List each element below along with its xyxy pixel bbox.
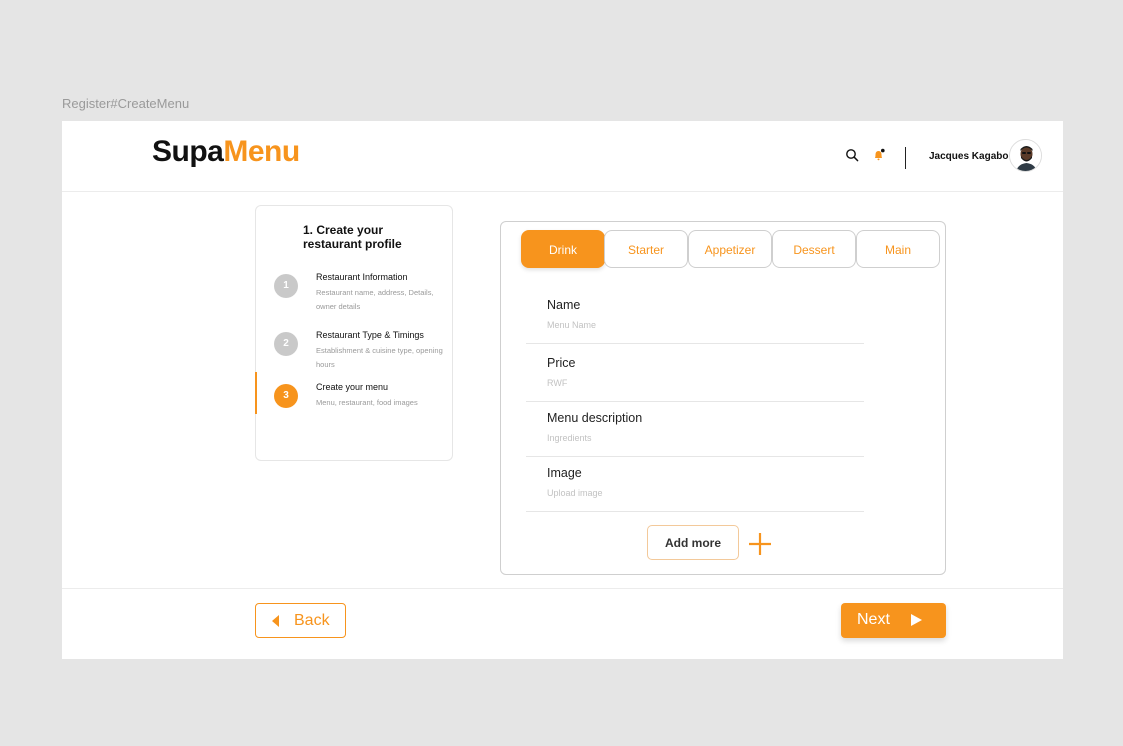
name-label: Name [547, 298, 581, 312]
price-field: Price [526, 356, 864, 402]
menu-description-input[interactable] [547, 433, 847, 443]
step-number-badge: 1 [274, 274, 298, 298]
tab-dessert[interactable]: Dessert [772, 230, 856, 268]
tab-main[interactable]: Main [856, 230, 940, 268]
play-right-icon [911, 614, 922, 626]
user-name[interactable]: Jacques Kagabo [929, 151, 1008, 162]
image-field: Image [526, 466, 864, 512]
image-upload-input[interactable] [547, 488, 847, 498]
step-description: Restaurant name, address, Details, owner… [316, 288, 434, 311]
add-more-button[interactable]: Add more [647, 525, 739, 560]
frame-label: Register#CreateMenu [62, 96, 190, 111]
search-icon[interactable] [845, 148, 859, 162]
tab-starter[interactable]: Starter [604, 230, 688, 268]
supamenu-logo[interactable]: SupaMenu [152, 135, 300, 169]
price-input[interactable] [547, 378, 847, 388]
step-number-badge: 3 [274, 384, 298, 408]
plus-icon[interactable] [747, 531, 773, 557]
register-create-menu-page: SupaMenu Jacques Kagabo 1. Create your r… [62, 121, 1063, 659]
menu-form-card: Drink Starter Appetizer Dessert Main Nam… [500, 221, 946, 575]
step-create-your-menu[interactable]: 3 Create your menu Menu, restaurant, foo… [255, 372, 452, 429]
step-description: Menu, restaurant, food images [316, 398, 418, 407]
avatar-illustration [1010, 140, 1041, 171]
logo-text-menu: Menu [223, 135, 300, 168]
header-divider [905, 147, 906, 169]
bottom-navigation: Back Next [62, 588, 1063, 659]
arrow-left-icon [272, 615, 279, 627]
name-field: Name [526, 298, 864, 344]
image-label: Image [547, 466, 582, 480]
profile-stepper: 1. Create your restaurant profile 1 Rest… [255, 205, 453, 461]
step-number-badge: 2 [274, 332, 298, 356]
menu-description-field: Menu description [526, 411, 864, 457]
price-label: Price [547, 356, 576, 370]
bell-icon[interactable] [872, 148, 886, 162]
tab-drink[interactable]: Drink [521, 230, 605, 268]
step-title: Restaurant Information [316, 272, 408, 282]
back-button-label: Back [294, 612, 330, 629]
step-restaurant-information[interactable]: 1 Restaurant Information Restaurant name… [256, 272, 452, 316]
next-button-label: Next [857, 611, 890, 628]
logo-text-supa: Supa [152, 135, 224, 168]
step-restaurant-type-timings[interactable]: 2 Restaurant Type & Timings Establishmen… [256, 330, 452, 374]
top-header: SupaMenu Jacques Kagabo [62, 121, 1063, 192]
step-title: Restaurant Type & Timings [316, 330, 424, 340]
stepper-title: 1. Create your restaurant profile [303, 223, 402, 251]
step-description: Establishment & cuisine type, opening ho… [316, 346, 443, 369]
avatar[interactable] [1009, 139, 1042, 172]
menu-description-label: Menu description [547, 411, 643, 425]
back-button[interactable]: Back [255, 603, 346, 638]
name-input[interactable] [547, 320, 847, 330]
step-title: Create your menu [316, 382, 389, 392]
next-button[interactable]: Next [841, 603, 946, 638]
tab-appetizer[interactable]: Appetizer [688, 230, 772, 268]
active-step-indicator [255, 372, 257, 414]
